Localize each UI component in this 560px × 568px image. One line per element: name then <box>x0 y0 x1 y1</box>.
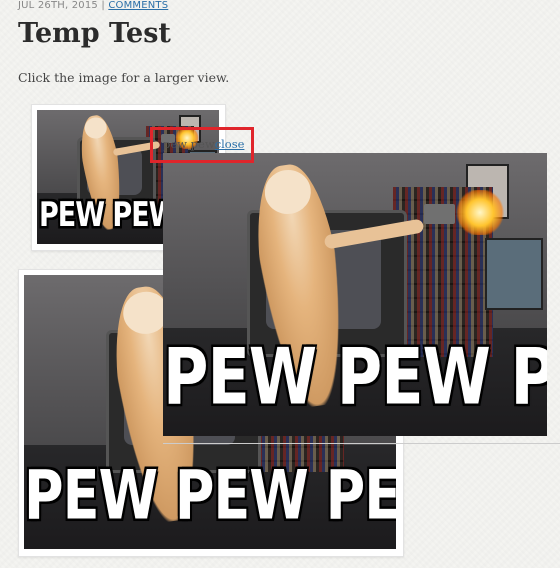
lightbox-image[interactable]: PEW PEW PEW <box>163 153 547 436</box>
meme-caption: PEW PEW PEW <box>163 331 547 423</box>
lightbox-caption: pew pew <box>163 137 215 151</box>
lightbox-close-link[interactable]: close <box>215 137 245 151</box>
post-meta: JUL 26TH, 2015 | COMMENTS <box>18 0 168 11</box>
post-title: Temp Test <box>18 18 171 49</box>
post-date: JUL 26TH, 2015 | <box>18 0 105 11</box>
meme-caption: PEW PEW PEW <box>24 456 396 535</box>
lightbox-caption-bar: pew pewclose <box>163 136 244 152</box>
lightbox-popup: PEW PEW PEW <box>163 153 560 444</box>
post-intro: Click the image for a larger view. <box>18 70 230 85</box>
comments-link[interactable]: COMMENTS <box>108 0 168 11</box>
cat-photo: PEW PEW PEW <box>163 153 547 436</box>
